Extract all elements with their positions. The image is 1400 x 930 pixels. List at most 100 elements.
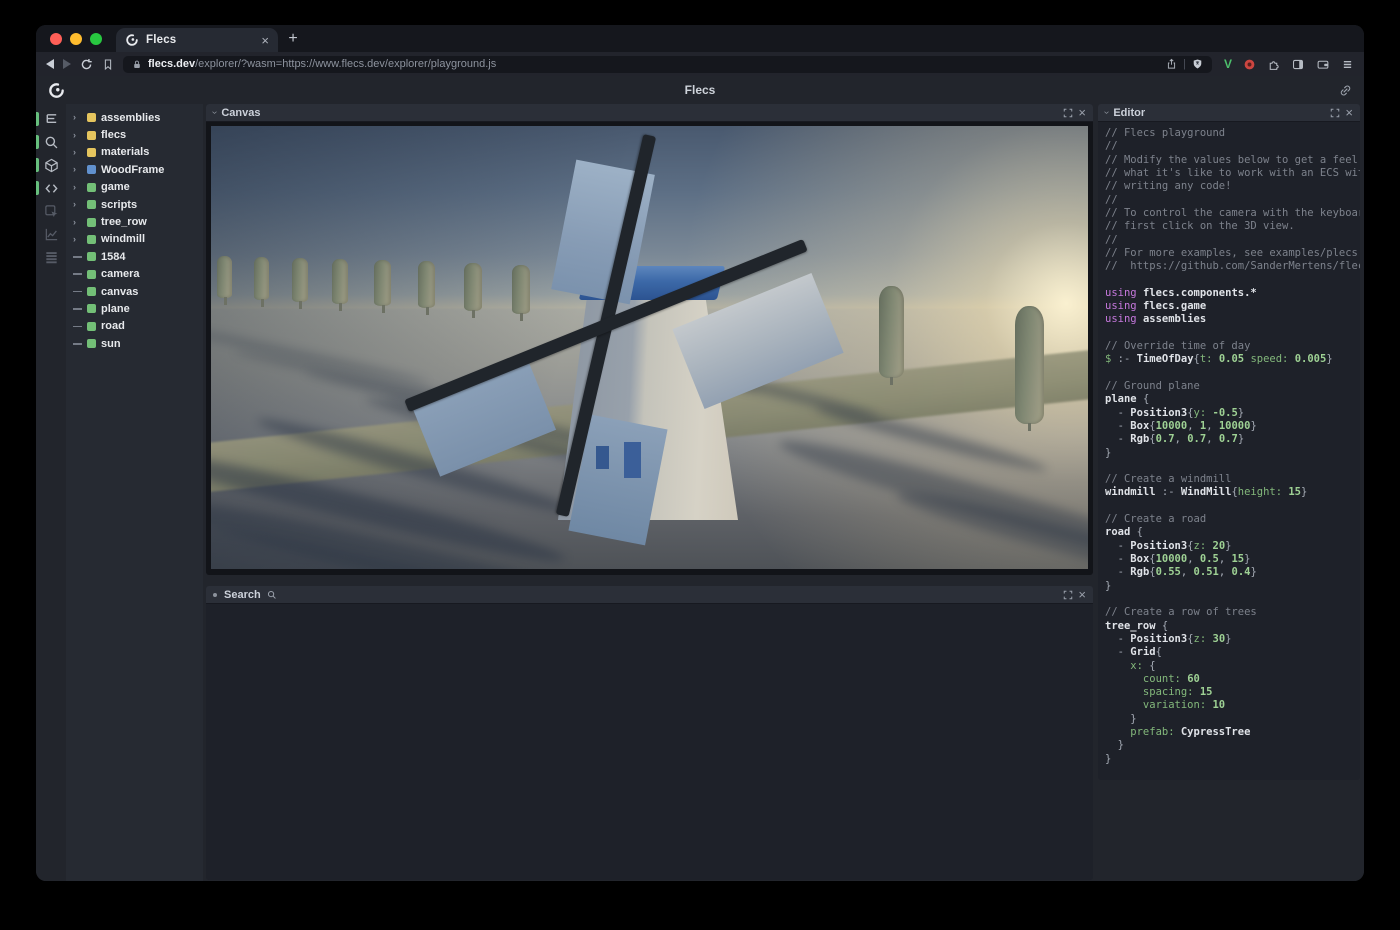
windmill-door — [624, 442, 641, 478]
tree-item-materials[interactable]: ›materials — [66, 144, 203, 161]
rail-button-inspector-icon[interactable] — [36, 203, 66, 219]
code-line: // — [1105, 234, 1360, 247]
canvas-fullscreen-button[interactable] — [1063, 108, 1073, 118]
wallet-icon[interactable] — [1316, 58, 1330, 71]
code-editor[interactable]: // Flecs playground//// Modify the value… — [1098, 122, 1360, 766]
expand-chevron-icon[interactable]: › — [73, 113, 82, 122]
entity-color-chip — [87, 200, 96, 209]
tree-item-scripts[interactable]: ›scripts — [66, 196, 203, 213]
code-line: - Box{10000, 1, 10000} — [1105, 420, 1360, 433]
windmill-window — [596, 446, 609, 469]
rail-button-logs-icon[interactable] — [36, 249, 66, 265]
extension-area: V — [1221, 57, 1354, 71]
cypress-tree-3d — [292, 258, 308, 302]
extension-record-icon[interactable] — [1243, 58, 1256, 71]
code-line: } — [1105, 739, 1360, 752]
tree-item-label: windmill — [101, 233, 145, 245]
code-line: using flecs.game — [1105, 300, 1360, 313]
code-line: tree_row { — [1105, 620, 1360, 633]
forward-button[interactable] — [63, 59, 71, 69]
tab-close-icon[interactable]: × — [261, 34, 269, 47]
expand-chevron-icon[interactable]: › — [73, 148, 82, 157]
code-line: - Box{10000, 0.5, 15} — [1105, 553, 1360, 566]
canvas-3d-viewport[interactable] — [211, 126, 1088, 569]
permalink-button[interactable] — [1339, 84, 1352, 97]
code-line: } — [1105, 713, 1360, 726]
tree-item-tree_row[interactable]: ›tree_row — [66, 213, 203, 230]
expand-chevron-icon[interactable]: › — [73, 218, 82, 227]
menu-icon[interactable] — [1341, 58, 1354, 71]
expand-chevron-icon[interactable]: › — [73, 131, 82, 140]
rail-button-entity-tree-icon[interactable] — [36, 111, 66, 127]
tree-item-sun[interactable]: sun — [66, 335, 203, 352]
rail-button-stats-icon[interactable] — [36, 226, 66, 242]
code-line: - Position3{z: 20} — [1105, 540, 1360, 553]
code-line: // — [1105, 194, 1360, 207]
code-line: } — [1105, 753, 1360, 766]
code-line: spacing: 15 — [1105, 686, 1360, 699]
leaf-dash-icon — [73, 273, 82, 275]
new-tab-button[interactable]: + — [278, 30, 308, 48]
tree-item-assemblies[interactable]: ›assemblies — [66, 109, 203, 126]
back-button[interactable] — [46, 59, 54, 69]
search-close-button[interactable]: × — [1078, 588, 1086, 601]
collapse-chevron-icon[interactable]: › — [209, 111, 220, 114]
tree-item-1584[interactable]: 1584 — [66, 248, 203, 265]
entity-color-chip — [87, 235, 96, 244]
canvas-panel: › Canvas × — [206, 104, 1093, 575]
entity-color-chip — [87, 252, 96, 261]
cypress-tree-3d — [879, 286, 904, 378]
tree-item-camera[interactable]: camera — [66, 266, 203, 283]
main-column: › Canvas × — [203, 104, 1093, 881]
reload-icon — [80, 58, 93, 71]
tree-item-canvas[interactable]: canvas — [66, 283, 203, 300]
active-indicator — [36, 181, 39, 195]
tree-item-game[interactable]: ›game — [66, 179, 203, 196]
stats-icon — [44, 227, 59, 242]
expand-chevron-icon[interactable]: › — [73, 165, 82, 174]
editor-close-button[interactable]: × — [1345, 106, 1353, 119]
entity-color-chip — [87, 270, 96, 279]
browser-toolbar: flecs.dev/explorer/?wasm=https://www.fle… — [36, 52, 1364, 76]
canvas-close-button[interactable]: × — [1078, 106, 1086, 119]
url-domain: flecs.dev — [148, 58, 195, 70]
close-window-button[interactable] — [50, 33, 62, 45]
entity-color-chip — [87, 148, 96, 157]
tree-item-WoodFrame[interactable]: ›WoodFrame — [66, 161, 203, 178]
collapsed-dot-icon[interactable] — [213, 593, 217, 597]
code-line: using assemblies — [1105, 313, 1360, 326]
tree-item-road[interactable]: road — [66, 318, 203, 335]
share-icon[interactable] — [1166, 58, 1177, 70]
search-results-area[interactable] — [206, 604, 1093, 880]
code-line: } — [1105, 447, 1360, 460]
bookmark-sidebar-button[interactable] — [102, 58, 114, 71]
tree-item-label: flecs — [101, 129, 126, 141]
search-fullscreen-button[interactable] — [1063, 590, 1073, 600]
sidebar-toggle-icon[interactable] — [1291, 58, 1305, 71]
code-line: - Rgb{0.55, 0.51, 0.4} — [1105, 566, 1360, 579]
brave-shield-icon[interactable] — [1192, 58, 1203, 70]
code-line: count: 60 — [1105, 673, 1360, 686]
rail-button-search-icon[interactable] — [36, 134, 66, 150]
code-line — [1105, 500, 1360, 513]
zoom-window-button[interactable] — [90, 33, 102, 45]
url-bar[interactable]: flecs.dev/explorer/?wasm=https://www.fle… — [123, 56, 1212, 73]
expand-chevron-icon[interactable]: › — [73, 235, 82, 244]
rail-button-code-editor-icon[interactable] — [36, 180, 66, 196]
expand-chevron-icon[interactable]: › — [73, 200, 82, 209]
expand-chevron-icon[interactable]: › — [73, 183, 82, 192]
flecs-logo-icon[interactable] — [48, 82, 65, 99]
code-line: // Create a road — [1105, 513, 1360, 526]
collapse-chevron-icon[interactable]: › — [1101, 111, 1112, 114]
tree-item-flecs[interactable]: › flecs — [66, 126, 203, 143]
editor-fullscreen-button[interactable] — [1330, 108, 1340, 118]
minimize-window-button[interactable] — [70, 33, 82, 45]
extension-v-icon[interactable]: V — [1224, 57, 1232, 71]
reload-button[interactable] — [80, 58, 93, 71]
rail-button-canvas-3d-icon[interactable] — [36, 157, 66, 173]
tab-flecs[interactable]: Flecs × — [116, 28, 278, 52]
tree-item-plane[interactable]: plane — [66, 300, 203, 317]
tree-item-windmill[interactable]: › windmill — [66, 231, 203, 248]
code-line: - Position3{z: 30} — [1105, 633, 1360, 646]
extensions-puzzle-icon[interactable] — [1267, 58, 1280, 71]
